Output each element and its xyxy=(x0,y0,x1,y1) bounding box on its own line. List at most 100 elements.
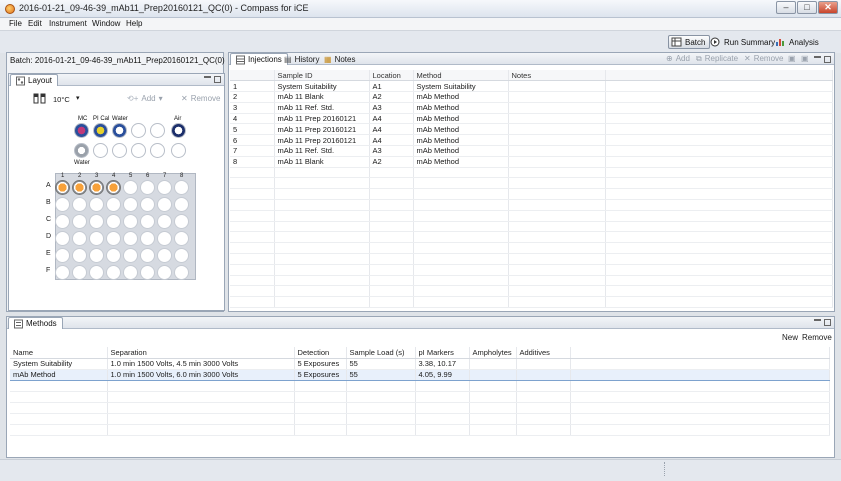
method-cell[interactable] xyxy=(570,402,830,414)
empty-table-row[interactable] xyxy=(230,296,833,309)
method-cell[interactable] xyxy=(346,402,416,414)
method-remove-button[interactable]: Remove xyxy=(802,333,832,342)
layout-add-button[interactable]: ⟲+ Add ▾ xyxy=(127,94,163,103)
method-cell[interactable] xyxy=(469,424,517,436)
plate-well[interactable] xyxy=(106,180,121,195)
col-separation[interactable]: Separation xyxy=(107,347,295,359)
table-cell[interactable] xyxy=(274,275,370,287)
table-row[interactable]: 8 mAb 11 Blank A2 mAb Method xyxy=(230,156,833,168)
injection-add-button[interactable]: ⊕ Add xyxy=(666,54,690,63)
table-cell[interactable]: 3 xyxy=(230,102,275,114)
table-cell[interactable] xyxy=(230,296,275,309)
plate-well[interactable] xyxy=(89,214,104,229)
method-cell[interactable] xyxy=(346,413,416,425)
table-cell[interactable] xyxy=(230,231,275,244)
method-cell[interactable] xyxy=(469,413,517,425)
table-cell[interactable] xyxy=(508,156,606,168)
method-cell[interactable] xyxy=(516,368,571,381)
table-row[interactable]: 6 mAb 11 Prep 20160121 A4 mAb Method xyxy=(230,134,833,147)
table-cell[interactable]: mAb 11 Prep 20160121 xyxy=(274,113,370,125)
table-cell[interactable] xyxy=(508,296,606,309)
table-cell[interactable] xyxy=(508,102,606,114)
table-cell[interactable] xyxy=(274,167,370,179)
table-cell[interactable] xyxy=(230,199,275,211)
table-cell[interactable]: mAb Method xyxy=(413,134,509,147)
table-cell[interactable] xyxy=(605,145,833,157)
empty-table-row[interactable] xyxy=(230,253,833,265)
plate-well[interactable] xyxy=(157,265,172,280)
method-cell[interactable] xyxy=(516,358,571,370)
method-cell[interactable] xyxy=(10,380,108,392)
plate-well[interactable] xyxy=(157,197,172,212)
table-row[interactable]: 5 mAb 11 Prep 20160121 A4 mAb Method xyxy=(230,123,833,136)
injections-maximize-icon[interactable] xyxy=(824,56,831,63)
table-cell[interactable] xyxy=(369,264,414,276)
reagent-well-empty[interactable] xyxy=(131,143,146,158)
plate-well[interactable] xyxy=(123,214,138,229)
table-cell[interactable]: mAb Method xyxy=(413,156,509,168)
table-cell[interactable] xyxy=(413,242,509,255)
layout-maximize-icon[interactable] xyxy=(214,76,221,83)
table-cell[interactable]: mAb 11 Ref. Std. xyxy=(274,145,370,157)
empty-table-row[interactable] xyxy=(230,188,833,201)
col-detection[interactable]: Detection xyxy=(294,347,347,359)
table-cell[interactable] xyxy=(369,167,414,179)
table-cell[interactable] xyxy=(274,199,370,211)
table-cell[interactable] xyxy=(274,296,370,309)
table-cell[interactable] xyxy=(605,91,833,103)
table-cell[interactable] xyxy=(369,177,414,190)
plate-well[interactable] xyxy=(72,231,87,246)
plate-well[interactable] xyxy=(140,265,155,280)
table-cell[interactable] xyxy=(605,188,833,201)
plate-well[interactable] xyxy=(157,180,172,195)
maximize-button[interactable]: □ xyxy=(797,1,817,14)
table-cell[interactable] xyxy=(605,285,833,298)
reagent-well-empty[interactable] xyxy=(112,143,127,158)
table-cell[interactable] xyxy=(369,199,414,211)
table-cell[interactable]: mAb Method xyxy=(413,91,509,103)
table-cell[interactable]: mAb 11 Ref. Std. xyxy=(274,102,370,114)
method-cell[interactable] xyxy=(10,391,108,403)
table-cell[interactable]: 6 xyxy=(230,134,275,147)
plate-well[interactable] xyxy=(140,231,155,246)
method-cell[interactable]: 3.38, 10.17 xyxy=(415,358,470,370)
col-name[interactable]: Name xyxy=(10,347,108,359)
plate-well[interactable] xyxy=(55,265,70,280)
plate-well[interactable] xyxy=(55,214,70,229)
empty-table-row[interactable] xyxy=(230,275,833,287)
table-cell[interactable] xyxy=(413,167,509,179)
table-cell[interactable] xyxy=(230,188,275,201)
col-pi-markers[interactable]: pI Markers xyxy=(415,347,470,359)
method-cell[interactable] xyxy=(516,402,571,414)
replicate-button[interactable]: ⧉ Replicate xyxy=(696,54,738,64)
method-cell[interactable] xyxy=(415,413,470,425)
table-cell[interactable] xyxy=(413,177,509,190)
col-index[interactable] xyxy=(230,70,275,82)
reagent-well-empty[interactable] xyxy=(171,143,186,158)
methods-minimize-icon[interactable] xyxy=(814,319,821,326)
empty-table-row[interactable] xyxy=(230,285,833,298)
table-cell[interactable]: 1 xyxy=(230,80,275,93)
temperature-dropdown-icon[interactable]: ▾ xyxy=(76,94,80,102)
plate-well[interactable] xyxy=(106,231,121,246)
move-up-icon[interactable]: ▣ xyxy=(788,54,796,63)
plate-well[interactable] xyxy=(140,180,155,195)
table-cell[interactable]: 4 xyxy=(230,113,275,125)
table-cell[interactable] xyxy=(230,210,275,222)
col-notes[interactable]: Notes xyxy=(508,70,606,82)
batch-perspective-button[interactable]: Batch xyxy=(668,35,711,49)
method-cell[interactable] xyxy=(10,413,108,425)
table-cell[interactable] xyxy=(230,167,275,179)
tray-icon[interactable] xyxy=(33,93,47,104)
reagent-well-empty[interactable] xyxy=(131,123,146,138)
table-cell[interactable]: mAb 11 Prep 20160121 xyxy=(274,123,370,136)
table-cell[interactable] xyxy=(230,253,275,265)
table-cell[interactable] xyxy=(605,113,833,125)
table-cell[interactable] xyxy=(508,145,606,157)
table-cell[interactable] xyxy=(369,285,414,298)
empty-method-row[interactable] xyxy=(10,380,830,392)
plate-well[interactable] xyxy=(106,248,121,263)
table-cell[interactable] xyxy=(413,210,509,222)
table-cell[interactable] xyxy=(508,91,606,103)
table-cell[interactable] xyxy=(369,221,414,233)
